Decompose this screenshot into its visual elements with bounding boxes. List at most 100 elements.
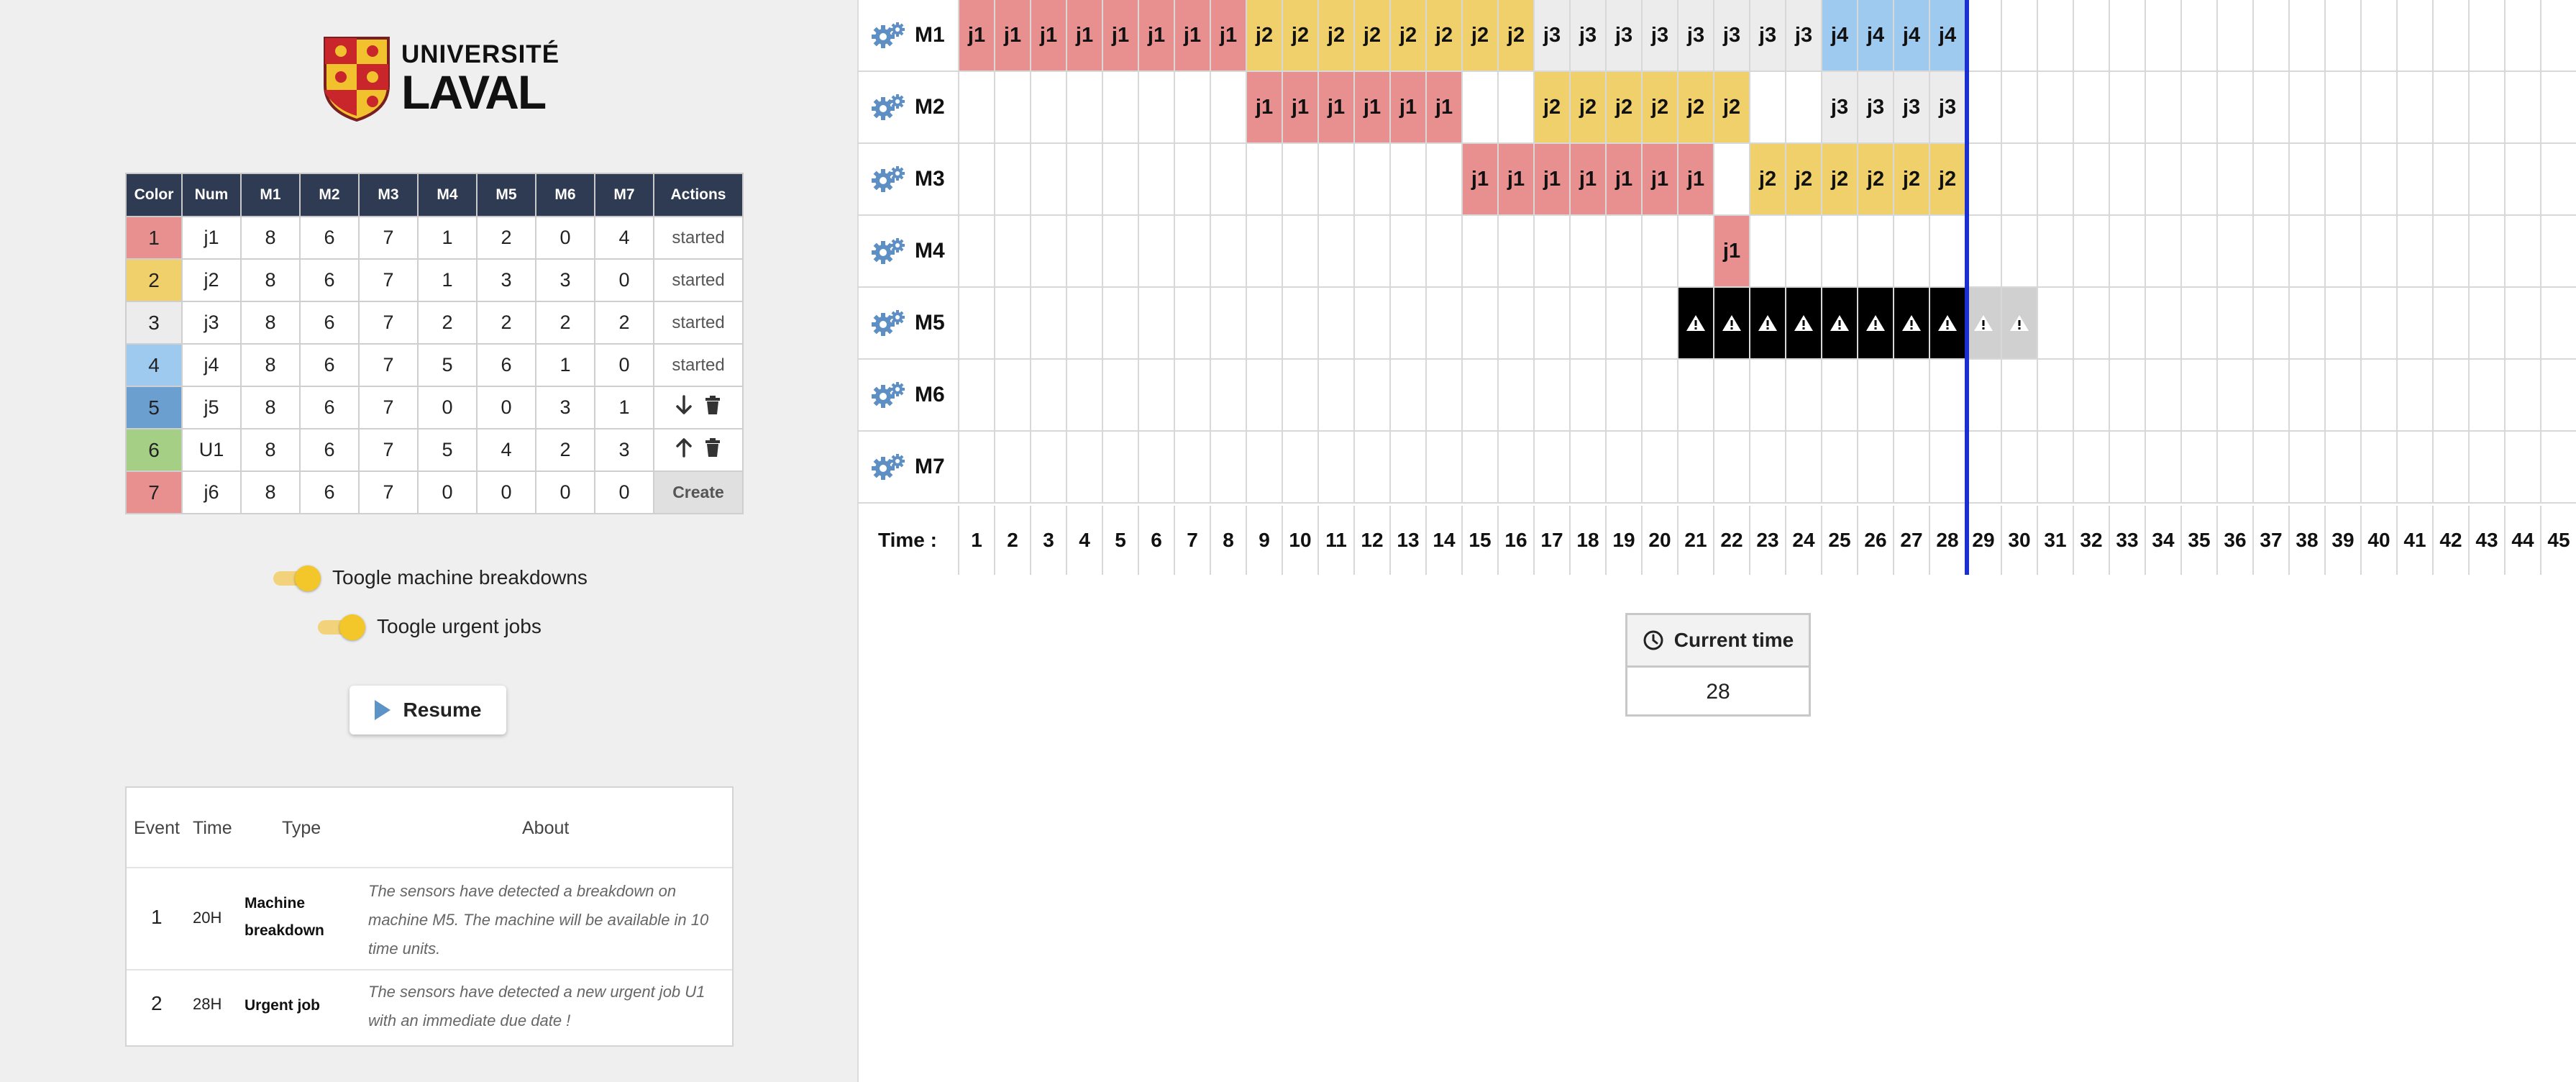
empty-schedule-cell (2074, 288, 2110, 360)
job-duration-m1: 8 (240, 386, 301, 429)
empty-schedule-cell (2541, 144, 2576, 216)
schedule-cell-j1: j1 (1714, 216, 1750, 288)
job-duration-m5: 0 (476, 386, 536, 429)
job-num: j6 (181, 470, 242, 514)
empty-schedule-cell (1894, 360, 1930, 432)
empty-schedule-cell (1858, 360, 1894, 432)
logo-line1: UNIVERSITÉ (401, 40, 560, 68)
empty-schedule-cell (2074, 0, 2110, 72)
empty-schedule-cell (959, 288, 995, 360)
empty-schedule-cell (1894, 216, 1930, 288)
job-num: j4 (181, 343, 242, 387)
empty-schedule-cell (1463, 216, 1499, 288)
empty-schedule-cell (2146, 360, 2182, 432)
empty-schedule-cell (2254, 288, 2290, 360)
events-log: Event Time Type About 1 20H Machine brea… (125, 786, 734, 1047)
empty-schedule-cell (2326, 0, 2362, 72)
job-duration-m7: 4 (594, 216, 654, 260)
job-duration-m6: 2 (535, 301, 595, 345)
trash-icon[interactable] (703, 437, 722, 458)
time-unit-label: 21 (1678, 506, 1714, 575)
empty-schedule-cell (1067, 432, 1103, 504)
job-duration-m1: 8 (240, 216, 301, 260)
schedule-cell-j2: j2 (1894, 144, 1930, 216)
warning-icon (1866, 315, 1885, 331)
empty-schedule-cell (1499, 360, 1535, 432)
job-duration-m3: 7 (358, 428, 419, 472)
schedule-cell-j1: j1 (1643, 144, 1678, 216)
schedule-cell-j1: j1 (1139, 0, 1175, 72)
empty-schedule-cell (959, 144, 995, 216)
job-duration-m1: 8 (240, 343, 301, 387)
empty-schedule-cell (1822, 432, 1858, 504)
empty-schedule-cell (2434, 288, 2470, 360)
empty-schedule-cell (1355, 216, 1391, 288)
job-action-icons (675, 394, 722, 416)
empty-schedule-cell (2002, 144, 2038, 216)
arrow-down-icon[interactable] (675, 394, 693, 416)
empty-schedule-cell (1858, 216, 1894, 288)
empty-schedule-cell (2182, 288, 2218, 360)
machine-label-m7: M7 (857, 432, 959, 504)
schedule-cell-j2: j2 (1499, 0, 1535, 72)
empty-schedule-cell (2398, 144, 2434, 216)
job-num: j1 (181, 216, 242, 260)
time-unit-label: 2 (995, 506, 1031, 575)
empty-schedule-cell (2110, 288, 2146, 360)
machine-name: M1 (915, 23, 945, 47)
job-duration-m1: 8 (240, 470, 301, 514)
empty-schedule-cell (1247, 360, 1283, 432)
job-duration-m7: 0 (594, 258, 654, 302)
job-duration-m3: 7 (358, 386, 419, 429)
event-time: 28H (193, 995, 222, 1013)
empty-schedule-cell (1786, 72, 1822, 144)
empty-schedule-cell (2506, 432, 2541, 504)
time-unit-label: 34 (2146, 506, 2182, 575)
empty-schedule-cell (1175, 288, 1211, 360)
job-row: 5 j5 8 6 7 0 0 3 1 (125, 386, 744, 429)
create-job-button[interactable]: Create (653, 470, 744, 514)
urgent-jobs-toggle[interactable] (315, 614, 365, 640)
empty-schedule-cell (959, 432, 995, 504)
schedule-cell-j1: j1 (1175, 0, 1211, 72)
empty-schedule-cell (2038, 144, 2074, 216)
schedule-cell-j1: j1 (1031, 0, 1067, 72)
arrow-up-icon[interactable] (675, 437, 693, 458)
schedule-cell-j1: j1 (1283, 72, 1319, 144)
time-unit-label: 14 (1427, 506, 1463, 575)
resume-button[interactable]: Resume (350, 686, 506, 735)
machine-label-m2: M2 (857, 72, 959, 144)
schedule-cell-j1: j1 (1103, 0, 1139, 72)
schedule-cell-j3: j3 (1607, 0, 1643, 72)
empty-schedule-cell (2326, 432, 2362, 504)
empty-schedule-cell (2362, 144, 2398, 216)
job-duration-m4: 5 (417, 343, 478, 387)
resume-button-label: Resume (403, 699, 482, 721)
machine-label-m5: M5 (857, 288, 959, 360)
empty-schedule-cell (2290, 288, 2326, 360)
clock-icon (1643, 630, 1663, 650)
job-duration-m2: 6 (299, 301, 360, 345)
empty-schedule-cell (1966, 0, 2002, 72)
schedule-cell-j2: j2 (1643, 72, 1678, 144)
schedule-cell-j3: j3 (1571, 0, 1607, 72)
job-num: U1 (181, 428, 242, 472)
machine-name: M2 (915, 95, 945, 119)
empty-schedule-cell (1643, 432, 1678, 504)
breakdowns-toggle[interactable] (270, 565, 321, 591)
empty-schedule-cell (1355, 360, 1391, 432)
logo-line2: LAVAL (401, 65, 547, 119)
empty-schedule-cell (1535, 288, 1571, 360)
empty-schedule-cell (2146, 288, 2182, 360)
empty-schedule-cell (1247, 216, 1283, 288)
empty-schedule-cell (2002, 216, 2038, 288)
empty-schedule-cell (1535, 432, 1571, 504)
empty-schedule-cell (2110, 72, 2146, 144)
job-duration-m4: 0 (417, 386, 478, 429)
empty-schedule-cell (1427, 288, 1463, 360)
trash-icon[interactable] (703, 394, 722, 416)
time-unit-label: 17 (1535, 506, 1571, 575)
empty-schedule-cell (2218, 288, 2254, 360)
machine-name: M5 (915, 311, 945, 335)
time-unit-label: 41 (2398, 506, 2434, 575)
